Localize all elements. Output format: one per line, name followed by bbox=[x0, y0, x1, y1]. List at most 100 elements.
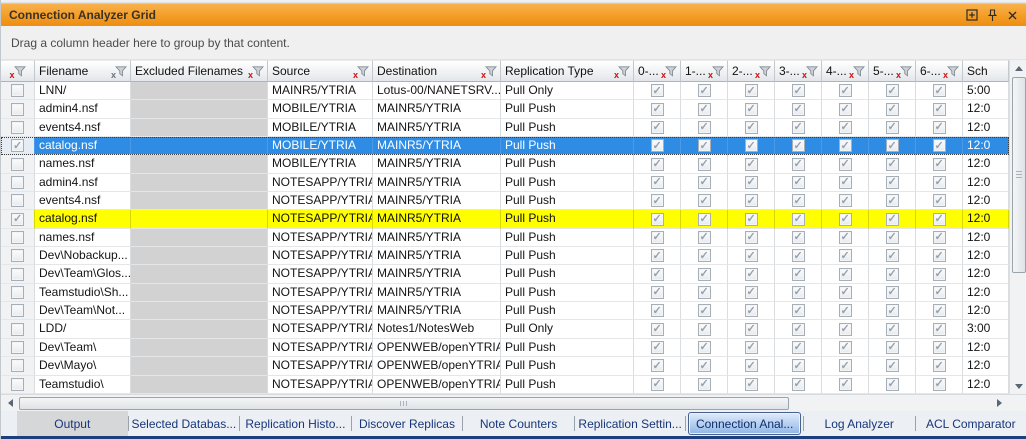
checkbox-checked[interactable] bbox=[886, 121, 899, 134]
replication-type-cell[interactable]: Pull Push bbox=[501, 357, 634, 375]
replication-type-cell[interactable]: Pull Push bbox=[501, 302, 634, 320]
day-6-cell[interactable] bbox=[916, 320, 963, 338]
checkbox-checked[interactable] bbox=[745, 194, 758, 207]
checkbox-checked[interactable] bbox=[933, 121, 946, 134]
day-1-cell[interactable] bbox=[681, 155, 728, 173]
checkbox-checked[interactable] bbox=[933, 378, 946, 391]
source-cell[interactable]: MOBILE/YTRIA bbox=[268, 155, 373, 173]
day-5-cell[interactable] bbox=[869, 210, 916, 228]
filter-icon[interactable]: x bbox=[803, 65, 818, 77]
day-1-cell[interactable] bbox=[681, 119, 728, 137]
replication-type-cell[interactable]: Pull Push bbox=[501, 229, 634, 247]
checkbox-checked[interactable] bbox=[651, 121, 664, 134]
row-select-cell[interactable] bbox=[1, 137, 35, 155]
horizontal-scroll-thumb[interactable] bbox=[19, 397, 789, 410]
vertical-scroll-thumb[interactable] bbox=[1012, 77, 1026, 273]
day-3-cell[interactable] bbox=[775, 339, 822, 357]
table-row[interactable]: names.nsfNOTESAPP/YTRIAMAINR5/YTRIAPull … bbox=[1, 229, 1009, 247]
checkbox-checked[interactable] bbox=[651, 213, 664, 226]
day-6-cell[interactable] bbox=[916, 210, 963, 228]
schedule-cell[interactable]: 3:00 bbox=[963, 320, 1009, 338]
schedule-cell[interactable]: 12:0 bbox=[963, 119, 1009, 137]
column-header-day-0[interactable]: 0-...x bbox=[634, 60, 681, 82]
day-3-cell[interactable] bbox=[775, 100, 822, 118]
replication-type-cell[interactable]: Pull Push bbox=[501, 155, 634, 173]
checkbox-checked[interactable] bbox=[886, 194, 899, 207]
checkbox-unchecked[interactable] bbox=[11, 268, 24, 281]
day-0-cell[interactable] bbox=[634, 174, 681, 192]
filter-icon[interactable]: x bbox=[709, 65, 724, 77]
schedule-cell[interactable]: 12:0 bbox=[963, 247, 1009, 265]
source-cell[interactable]: NOTESAPP/YTRIA bbox=[268, 302, 373, 320]
checkbox-checked[interactable] bbox=[886, 323, 899, 336]
row-select-cell[interactable] bbox=[1, 119, 35, 137]
vertical-scrollbar[interactable] bbox=[1009, 60, 1026, 394]
checkbox-checked[interactable] bbox=[792, 84, 805, 97]
destination-cell[interactable]: MAINR5/YTRIA bbox=[373, 100, 501, 118]
table-row[interactable]: events4.nsfMOBILE/YTRIAMAINR5/YTRIAPull … bbox=[1, 119, 1009, 137]
day-1-cell[interactable] bbox=[681, 247, 728, 265]
checkbox-checked[interactable] bbox=[886, 304, 899, 317]
column-header-source[interactable]: Sourcex bbox=[268, 60, 373, 82]
day-5-cell[interactable] bbox=[869, 174, 916, 192]
row-select-cell[interactable] bbox=[1, 100, 35, 118]
day-4-cell[interactable] bbox=[822, 320, 869, 338]
table-row[interactable]: Teamstudio\Sh...NOTESAPP/YTRIAMAINR5/YTR… bbox=[1, 284, 1009, 302]
day-0-cell[interactable] bbox=[634, 302, 681, 320]
checkbox-unchecked[interactable] bbox=[11, 194, 24, 207]
day-6-cell[interactable] bbox=[916, 119, 963, 137]
checkbox-checked[interactable] bbox=[745, 341, 758, 354]
day-0-cell[interactable] bbox=[634, 100, 681, 118]
day-5-cell[interactable] bbox=[869, 339, 916, 357]
checkbox-checked[interactable] bbox=[651, 378, 664, 391]
destination-cell[interactable]: MAINR5/YTRIA bbox=[373, 174, 501, 192]
checkbox-unchecked[interactable] bbox=[11, 176, 24, 189]
checkbox-checked[interactable] bbox=[745, 84, 758, 97]
row-select-cell[interactable] bbox=[1, 192, 35, 210]
checkbox-checked[interactable] bbox=[792, 249, 805, 262]
day-0-cell[interactable] bbox=[634, 210, 681, 228]
destination-cell[interactable]: MAINR5/YTRIA bbox=[373, 137, 501, 155]
day-2-cell[interactable] bbox=[728, 302, 775, 320]
filename-cell[interactable]: Dev\Mayo\ bbox=[35, 357, 131, 375]
checkbox-checked[interactable] bbox=[886, 341, 899, 354]
excluded-filenames-cell[interactable] bbox=[131, 339, 268, 357]
checkbox-checked[interactable] bbox=[886, 103, 899, 116]
filename-cell[interactable]: names.nsf bbox=[35, 229, 131, 247]
checkbox-checked[interactable] bbox=[698, 213, 711, 226]
day-3-cell[interactable] bbox=[775, 302, 822, 320]
destination-cell[interactable]: MAINR5/YTRIA bbox=[373, 284, 501, 302]
checkbox-checked[interactable] bbox=[698, 249, 711, 262]
day-3-cell[interactable] bbox=[775, 247, 822, 265]
excluded-filenames-cell[interactable] bbox=[131, 100, 268, 118]
source-cell[interactable]: NOTESAPP/YTRIA bbox=[268, 229, 373, 247]
row-select-cell[interactable] bbox=[1, 302, 35, 320]
day-1-cell[interactable] bbox=[681, 376, 728, 394]
day-6-cell[interactable] bbox=[916, 339, 963, 357]
column-header-destination[interactable]: Destinationx bbox=[373, 60, 501, 82]
checkbox-checked[interactable] bbox=[792, 304, 805, 317]
day-0-cell[interactable] bbox=[634, 265, 681, 283]
source-cell[interactable]: NOTESAPP/YTRIA bbox=[268, 192, 373, 210]
checkbox-checked[interactable] bbox=[933, 304, 946, 317]
checkbox-checked[interactable] bbox=[745, 139, 758, 152]
day-2-cell[interactable] bbox=[728, 376, 775, 394]
checkbox-checked[interactable] bbox=[651, 359, 664, 372]
close-icon[interactable] bbox=[1004, 7, 1020, 23]
source-cell[interactable]: MOBILE/YTRIA bbox=[268, 137, 373, 155]
checkbox-checked[interactable] bbox=[792, 359, 805, 372]
row-select-cell[interactable] bbox=[1, 339, 35, 357]
row-select-cell[interactable] bbox=[1, 376, 35, 394]
checkbox-checked[interactable] bbox=[651, 158, 664, 171]
day-5-cell[interactable] bbox=[869, 302, 916, 320]
checkbox-checked[interactable] bbox=[792, 286, 805, 299]
checkbox-checked[interactable] bbox=[839, 341, 852, 354]
day-1-cell[interactable] bbox=[681, 339, 728, 357]
day-4-cell[interactable] bbox=[822, 155, 869, 173]
day-1-cell[interactable] bbox=[681, 302, 728, 320]
checkbox-checked[interactable] bbox=[745, 213, 758, 226]
filename-cell[interactable]: Dev\Team\ bbox=[35, 339, 131, 357]
checkbox-unchecked[interactable] bbox=[11, 158, 24, 171]
day-0-cell[interactable] bbox=[634, 155, 681, 173]
day-5-cell[interactable] bbox=[869, 137, 916, 155]
